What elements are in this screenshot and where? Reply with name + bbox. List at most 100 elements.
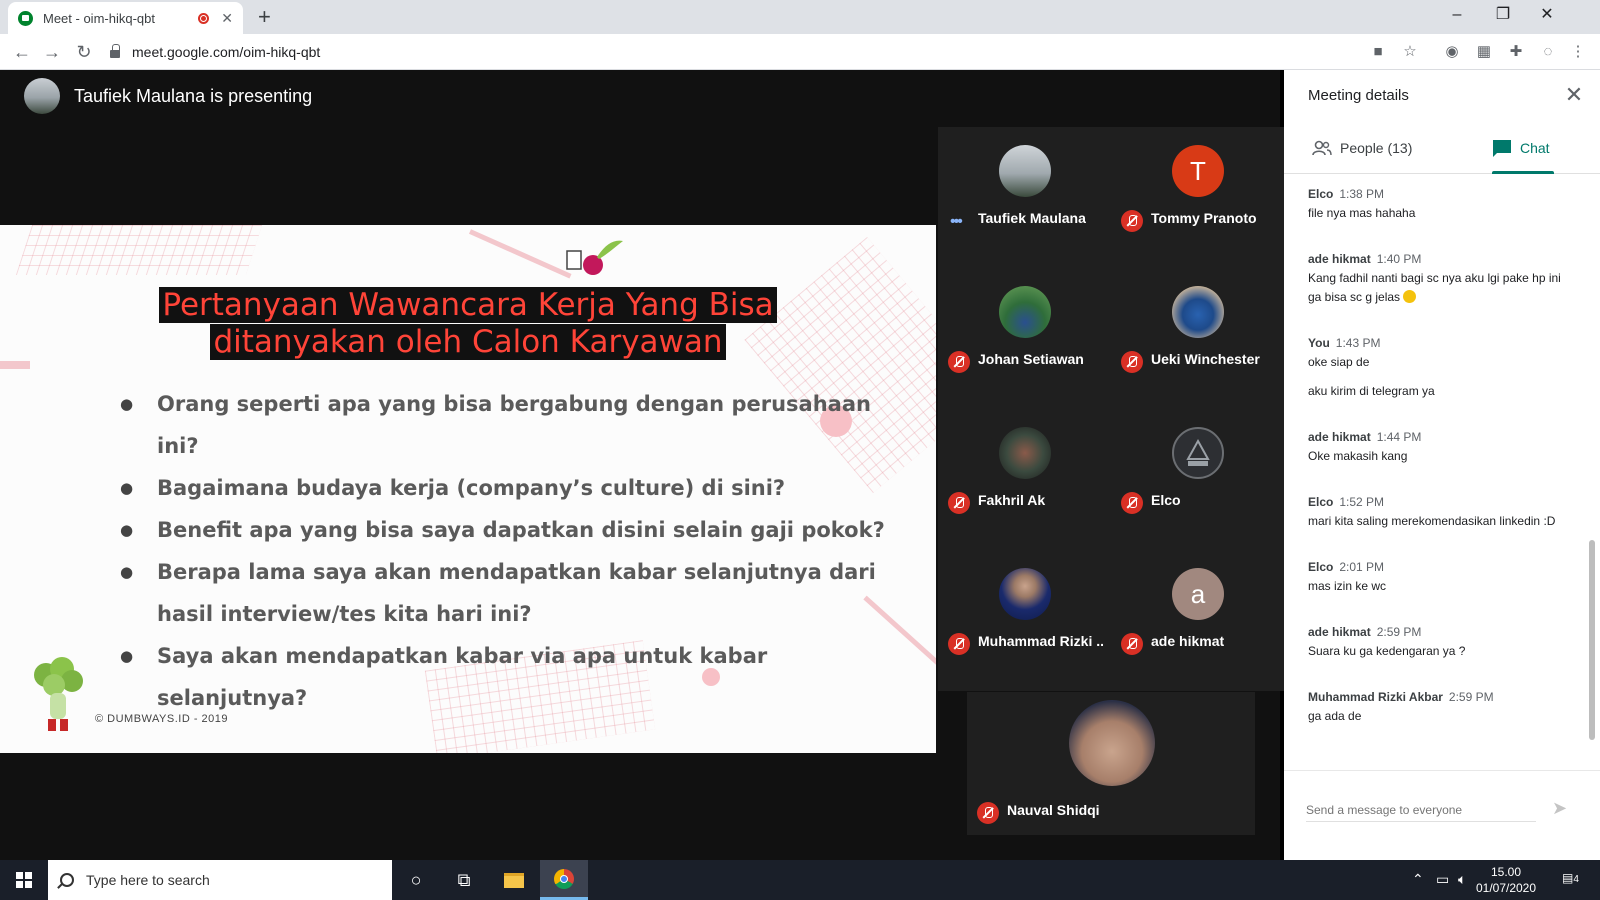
muted-mic-icon	[948, 633, 970, 655]
muted-mic-icon	[1121, 351, 1143, 373]
participant-name: Muhammad Rizki ...	[978, 633, 1103, 649]
show-hidden-icons-icon[interactable]: ⌃	[1412, 871, 1424, 888]
message-sender: Elco	[1308, 495, 1334, 509]
participant-name: Ueki Winchester	[1151, 351, 1260, 367]
message-text: Kang fadhil nanti bagi sc nya aku lgi pa…	[1308, 271, 1561, 304]
panel-title: Meeting details	[1308, 87, 1409, 104]
slide-bullet-list: Orang seperti apa yang bisa bergabung de…	[120, 383, 900, 719]
restore-button[interactable]: ❐	[1488, 4, 1518, 26]
participant-tile[interactable]: Nauval Shidqi	[967, 692, 1255, 835]
avatar	[999, 286, 1051, 338]
participant-tile[interactable]: Ueki Winchester	[1111, 268, 1284, 409]
participant-tile[interactable]: Muhammad Rizki ...	[938, 550, 1111, 691]
line-decoration	[468, 229, 572, 279]
participant-tile[interactable]: T Tommy Pranoto	[1111, 127, 1284, 268]
avatar: T	[1172, 145, 1224, 197]
slide-bullet: Orang seperti apa yang bisa bergabung de…	[120, 383, 900, 467]
close-window-button[interactable]: ✕	[1532, 4, 1562, 26]
grid-decoration	[15, 225, 263, 275]
screenshot-extension-icon[interactable]: ◉	[1442, 42, 1462, 62]
new-tab-button[interactable]: +	[258, 4, 271, 30]
file-explorer-icon[interactable]	[490, 860, 538, 900]
menu-kebab-icon[interactable]: ⋮	[1568, 42, 1588, 62]
participant-tile[interactable]: ••• Taufiek Maulana	[938, 127, 1111, 268]
address-bar[interactable]: meet.google.com/oim-hikq-qbt	[110, 38, 1370, 66]
chat-message: You 1:43 PM oke siap de aku kirim di tele…	[1308, 334, 1570, 401]
windows-taskbar: Type here to search ○ ⧉ ⌃ ▭ 🔈︎ 15.00 01/…	[0, 860, 1600, 900]
chat-message: ade hikmat 1:40 PM Kang fadhil nanti bagi…	[1308, 250, 1570, 307]
clock-date: 01/07/2020	[1475, 881, 1537, 895]
participant-tile[interactable]: a ade hikmat	[1111, 550, 1284, 691]
presentation-slide: Pertanyaan Wawancara Kerja Yang Bisa dit…	[0, 225, 936, 753]
message-time: 1:40 PM	[1376, 252, 1422, 266]
avatar: a	[1172, 568, 1224, 620]
windows-logo-icon	[16, 872, 32, 888]
participant-name: Tommy Pranoto	[1151, 210, 1257, 226]
notification-center-icon[interactable]: ▤4	[1562, 871, 1579, 885]
logo-icon	[1186, 438, 1210, 466]
send-icon[interactable]: ➤	[1552, 798, 1567, 819]
message-sender: ade hikmat	[1308, 252, 1371, 266]
back-icon[interactable]: ←	[10, 40, 34, 64]
broccoli-mascot-icon	[34, 657, 83, 731]
chat-scrollbar[interactable]	[1589, 540, 1595, 740]
meeting-details-panel: Meeting details ✕ People (13) Chat Elco 1…	[1284, 70, 1600, 860]
profile-icon[interactable]: ◌	[1538, 42, 1558, 62]
slide-bullet: Benefit apa yang bisa saya dapatkan disi…	[120, 509, 900, 551]
message-sender: ade hikmat	[1308, 625, 1371, 639]
message-text: Oke makasih kang	[1308, 449, 1408, 463]
participant-tile[interactable]: Johan Setiawan	[938, 268, 1111, 409]
participant-tile[interactable]: Fakhril Ak	[938, 409, 1111, 550]
active-tab-indicator	[1492, 171, 1554, 174]
browser-tab-strip: Meet - oim-hikq-qbt ✕ + – ❐ ✕	[0, 0, 1600, 34]
people-icon	[1312, 140, 1332, 156]
message-time: 1:38 PM	[1339, 187, 1385, 201]
chat-message: Muhammad Rizki Akbar 2:59 PM ga ada de	[1308, 688, 1570, 726]
presenting-label: Taufiek Maulana is presenting	[74, 85, 313, 106]
message-text: Suara ku ga kedengaran ya ?	[1308, 644, 1466, 658]
task-view-icon[interactable]: ⧉	[440, 860, 488, 900]
panel-tabs: People (13) Chat	[1284, 132, 1600, 174]
cortana-icon[interactable]: ○	[392, 860, 440, 900]
muted-mic-icon	[948, 492, 970, 514]
chrome-taskbar-icon[interactable]	[540, 860, 588, 900]
message-time: 2:59 PM	[1376, 625, 1422, 639]
tab-title: Meet - oim-hikq-qbt	[43, 10, 155, 26]
participant-grid: ••• Taufiek Maulana T Tommy Pranoto Joha…	[938, 127, 1284, 691]
tab-chat[interactable]: Chat	[1492, 139, 1550, 157]
avatar	[999, 427, 1051, 479]
close-panel-icon[interactable]: ✕	[1562, 82, 1586, 108]
slide-copyright: © DUMBWAYS.ID - 2019	[95, 713, 229, 725]
clock-time: 15.00	[1490, 865, 1522, 879]
taskbar-search-box[interactable]: Type here to search	[48, 860, 392, 900]
extension-icon[interactable]: ▦	[1474, 42, 1494, 62]
network-icon[interactable]: ▭	[1436, 871, 1449, 888]
minimize-button[interactable]: –	[1442, 4, 1472, 26]
slide-title: Pertanyaan Wawancara Kerja Yang Bisa dit…	[0, 287, 936, 361]
reload-icon[interactable]: ↻	[72, 40, 96, 64]
slide-bullet: Bagaimana budaya kerja (company’s cultur…	[120, 467, 900, 509]
presenter-avatar	[24, 78, 60, 114]
chat-composer: ➤	[1284, 770, 1600, 860]
line-decoration	[0, 361, 30, 369]
browser-tab[interactable]: Meet - oim-hikq-qbt ✕	[8, 2, 243, 34]
forward-icon[interactable]: →	[40, 40, 64, 64]
muted-mic-icon	[1121, 492, 1143, 514]
camera-in-use-icon[interactable]: ■	[1368, 42, 1388, 62]
beet-mascot-icon	[566, 240, 623, 275]
avatar	[999, 568, 1051, 620]
taskbar-clock[interactable]: 15.00 01/07/2020	[1466, 864, 1546, 896]
avatar	[1172, 286, 1224, 338]
close-tab-icon[interactable]: ✕	[221, 10, 233, 27]
participant-name: Taufiek Maulana	[978, 210, 1086, 226]
message-time: 1:43 PM	[1335, 336, 1381, 350]
message-sender: Elco	[1308, 560, 1334, 574]
participant-tile[interactable]: Elco	[1111, 409, 1284, 550]
message-text: ga ada de	[1308, 709, 1362, 723]
puzzle-extensions-icon[interactable]: ✚	[1506, 42, 1526, 62]
chat-message-input[interactable]	[1306, 799, 1536, 822]
tab-people[interactable]: People (13)	[1312, 139, 1412, 157]
participant-name: Johan Setiawan	[978, 351, 1084, 367]
start-button[interactable]	[0, 860, 48, 900]
bookmark-star-icon[interactable]: ☆	[1400, 42, 1420, 62]
